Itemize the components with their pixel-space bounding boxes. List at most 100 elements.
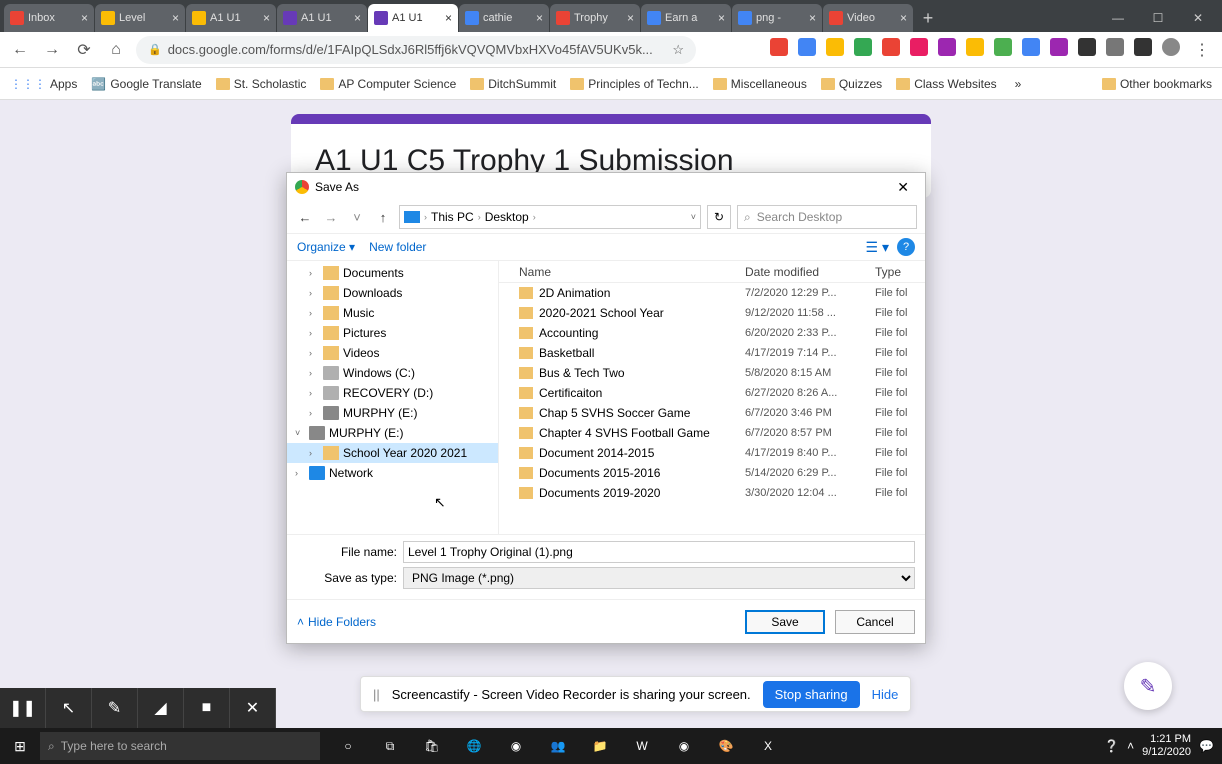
taskview-icon[interactable]: ⧉ (370, 728, 410, 764)
tree-item[interactable]: ›MURPHY (E:) (287, 403, 498, 423)
bookmark-item[interactable]: St. Scholastic (216, 77, 307, 91)
nav-forward-button[interactable]: → (321, 210, 341, 225)
address-bar[interactable]: 🔒 docs.google.com/forms/d/e/1FAIpQLSdxJ6… (136, 36, 696, 64)
tray-chevron-icon[interactable]: ˄ (1127, 739, 1134, 753)
hide-sharing-button[interactable]: Hide (872, 687, 899, 702)
expand-icon[interactable]: › (309, 368, 319, 378)
browser-tab[interactable]: A1 U1× (277, 4, 367, 32)
word-icon[interactable]: W (622, 728, 662, 764)
browser-tab[interactable]: Trophy× (550, 4, 640, 32)
ext-icon[interactable] (798, 38, 816, 56)
ext-icon[interactable] (910, 38, 928, 56)
ext-icon[interactable] (938, 38, 956, 56)
camera-record-button[interactable]: ■ (184, 688, 230, 728)
ext-icon[interactable] (1078, 38, 1096, 56)
profile-icon[interactable] (1162, 38, 1180, 56)
pen-record-button[interactable]: ✎ (92, 688, 138, 728)
expand-icon[interactable]: › (309, 288, 319, 298)
tab-close-icon[interactable]: × (809, 11, 816, 25)
explorer-icon[interactable]: 📁 (580, 728, 620, 764)
eraser-record-button[interactable]: ◢ (138, 688, 184, 728)
chrome-active-icon[interactable]: ◉ (664, 728, 704, 764)
pause-record-button[interactable]: ❚❚ (0, 688, 46, 728)
file-row[interactable]: Chapter 4 SVHS Football Game6/7/2020 8:5… (499, 423, 925, 443)
tree-item[interactable]: ›Music (287, 303, 498, 323)
tree-item[interactable]: ›Videos (287, 343, 498, 363)
start-button[interactable]: ⊞ (0, 738, 40, 755)
ext-icon[interactable] (994, 38, 1012, 56)
expand-icon[interactable]: › (309, 388, 319, 398)
paint-icon[interactable]: 🎨 (706, 728, 746, 764)
bookmark-item[interactable]: ⋮⋮⋮Apps (10, 77, 77, 91)
puzzle-icon[interactable] (1134, 38, 1152, 56)
close-record-button[interactable]: ✕ (230, 688, 276, 728)
file-row[interactable]: Chap 5 SVHS Soccer Game6/7/2020 3:46 PMF… (499, 403, 925, 423)
file-row[interactable]: Accounting6/20/2020 2:33 P...File fol (499, 323, 925, 343)
organize-menu[interactable]: Organize ▾ (297, 240, 355, 254)
clock[interactable]: 1:21 PM 9/12/2020 (1142, 733, 1191, 759)
bookmark-item[interactable]: Class Websites (896, 77, 996, 91)
expand-icon[interactable]: › (295, 468, 305, 478)
excel-icon[interactable]: X (748, 728, 788, 764)
cancel-button[interactable]: Cancel (835, 610, 915, 634)
file-row[interactable]: Documents 2015-20165/14/2020 6:29 P...Fi… (499, 463, 925, 483)
back-button[interactable]: ← (8, 38, 32, 62)
help-tray-icon[interactable]: ❔ (1104, 739, 1119, 753)
ext-icon[interactable] (882, 38, 900, 56)
cortana-icon[interactable]: ○ (328, 728, 368, 764)
dialog-titlebar[interactable]: Save As ✕ (287, 173, 925, 201)
ext-icon[interactable] (1022, 38, 1040, 56)
browser-tab[interactable]: A1 U1× (368, 4, 458, 32)
tab-close-icon[interactable]: × (263, 11, 270, 25)
expand-icon[interactable]: › (309, 448, 319, 458)
minimize-button[interactable]: — (1098, 4, 1138, 32)
tab-close-icon[interactable]: × (718, 11, 725, 25)
browser-tab[interactable]: cathie× (459, 4, 549, 32)
bookmark-item[interactable]: AP Computer Science (320, 77, 456, 91)
new-tab-button[interactable]: + (914, 4, 942, 32)
bookmark-item[interactable]: Miscellaneous (713, 77, 807, 91)
expand-icon[interactable]: › (309, 348, 319, 358)
savetype-select[interactable]: PNG Image (*.png) (403, 567, 915, 589)
expand-icon[interactable]: › (309, 328, 319, 338)
expand-icon[interactable]: › (309, 408, 319, 418)
filename-input[interactable] (403, 541, 915, 563)
expand-icon[interactable]: › (309, 268, 319, 278)
tab-close-icon[interactable]: × (536, 11, 543, 25)
other-bookmarks[interactable]: Other bookmarks (1102, 77, 1212, 91)
nav-up-button[interactable]: ↑ (373, 210, 393, 225)
tab-close-icon[interactable]: × (627, 11, 634, 25)
tree-item[interactable]: ›School Year 2020 2021 (287, 443, 498, 463)
file-row[interactable]: Basketball4/17/2019 7:14 P...File fol (499, 343, 925, 363)
hide-folders-button[interactable]: ˄ Hide Folders (297, 615, 376, 629)
tree-item[interactable]: ›Windows (C:) (287, 363, 498, 383)
save-button[interactable]: Save (745, 610, 825, 634)
ext-icon[interactable] (854, 38, 872, 56)
browser-tab[interactable]: Video× (823, 4, 913, 32)
new-folder-button[interactable]: New folder (369, 240, 426, 254)
refresh-button[interactable]: ↻ (707, 205, 731, 229)
store-icon[interactable]: 🛍 (412, 728, 452, 764)
expand-icon[interactable]: › (309, 308, 319, 318)
tab-close-icon[interactable]: × (900, 11, 907, 25)
taskbar-search[interactable]: ⌕ Type here to search (40, 732, 320, 760)
tab-close-icon[interactable]: × (172, 11, 179, 25)
file-row[interactable]: 2D Animation7/2/2020 12:29 P...File fol (499, 283, 925, 303)
stop-sharing-button[interactable]: Stop sharing (763, 681, 860, 708)
cursor-record-button[interactable]: ↖ (46, 688, 92, 728)
tree-item[interactable]: ˅MURPHY (E:) (287, 423, 498, 443)
close-window-button[interactable]: ✕ (1178, 4, 1218, 32)
notifications-icon[interactable]: 💬 (1199, 739, 1214, 753)
reload-button[interactable]: ⟳ (72, 38, 96, 62)
bookmark-item[interactable]: Quizzes (821, 77, 882, 91)
breadcrumb[interactable]: › This PC › Desktop › ˅ (399, 205, 701, 229)
ext-icon[interactable] (1050, 38, 1068, 56)
file-row[interactable]: Certificaiton6/27/2020 8:26 A...File fol (499, 383, 925, 403)
file-row[interactable]: 2020-2021 School Year9/12/2020 11:58 ...… (499, 303, 925, 323)
maximize-button[interactable]: ☐ (1138, 4, 1178, 32)
file-row[interactable]: Documents 2019-20203/30/2020 12:04 ...Fi… (499, 483, 925, 503)
star-icon[interactable]: ☆ (672, 42, 684, 58)
ext-icon[interactable] (966, 38, 984, 56)
teams-icon[interactable]: 👥 (538, 728, 578, 764)
bookmark-item[interactable]: Principles of Techn... (570, 77, 699, 91)
